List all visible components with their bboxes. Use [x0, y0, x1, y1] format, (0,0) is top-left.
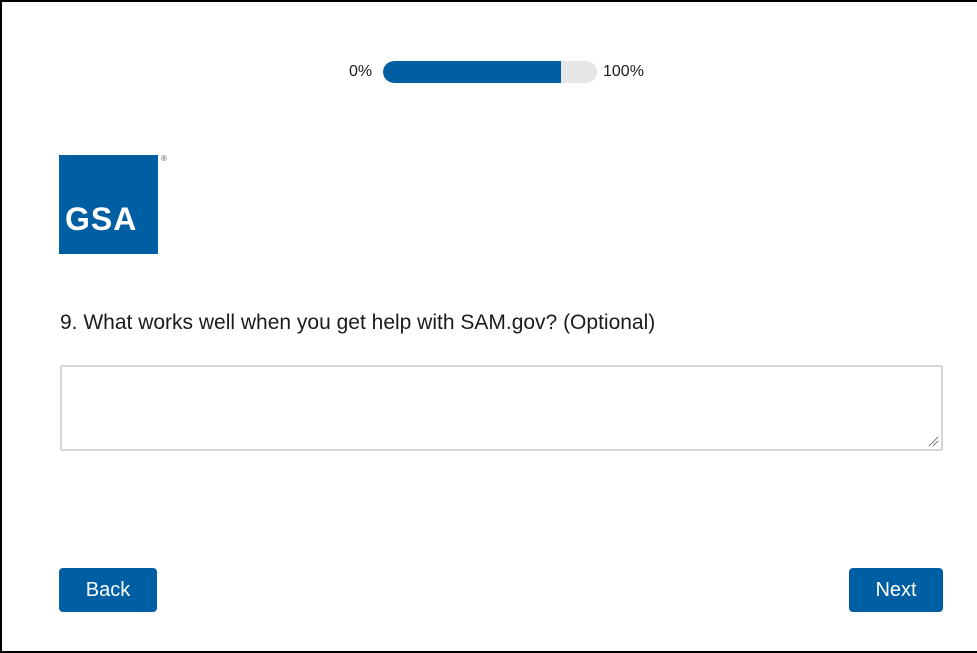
- gsa-logo: GSA: [59, 155, 158, 254]
- back-button[interactable]: Back: [59, 568, 157, 612]
- question-label: 9. What works well when you get help wit…: [60, 311, 656, 334]
- answer-textarea[interactable]: [60, 365, 943, 451]
- progress-max-label: 100%: [603, 63, 644, 80]
- progress-fill: [383, 61, 561, 83]
- resize-grip-icon[interactable]: [927, 435, 939, 447]
- progress-indicator: 0% 100%: [2, 61, 977, 85]
- survey-frame: 0% 100% GSA ® 9. What works well when yo…: [0, 0, 977, 653]
- gsa-logo-text: GSA: [65, 201, 138, 237]
- registered-mark: ®: [161, 154, 167, 163]
- progress-track: [383, 61, 597, 83]
- progress-min-label: 0%: [349, 63, 373, 80]
- next-button[interactable]: Next: [849, 568, 943, 612]
